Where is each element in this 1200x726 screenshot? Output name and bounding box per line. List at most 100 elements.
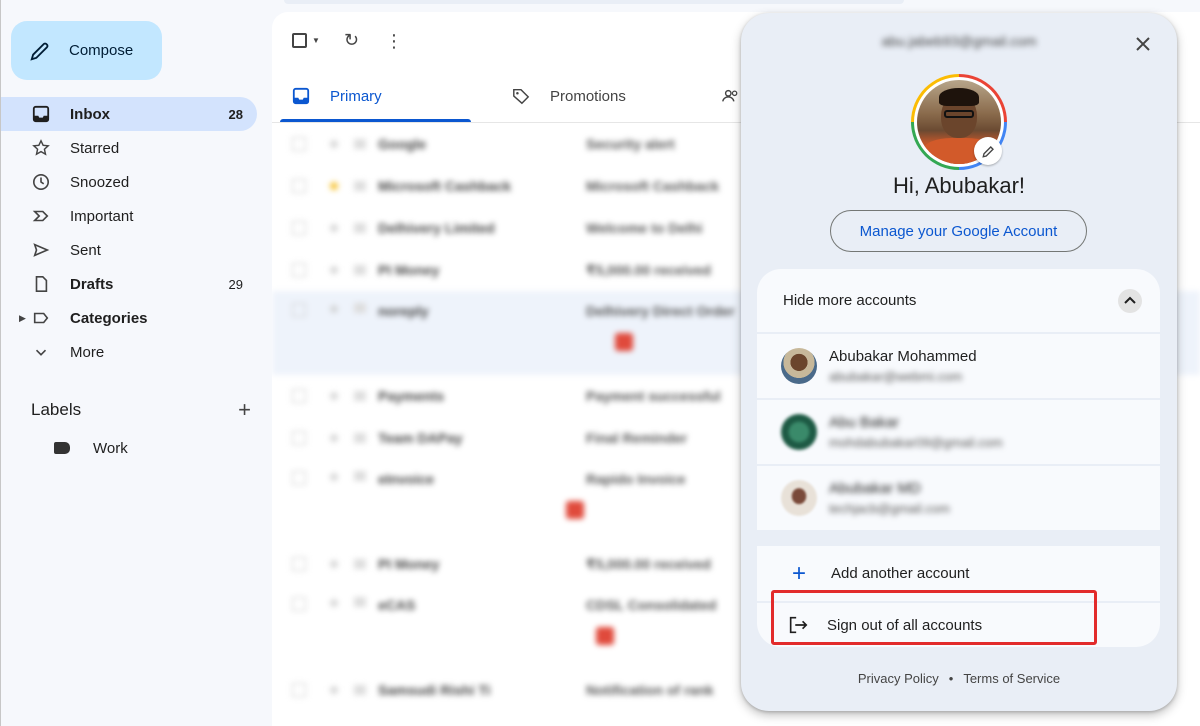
important-marker-icon[interactable] [354, 223, 366, 233]
clock-icon [31, 172, 51, 192]
sidebar-nav: Inbox 28 Starred Snoozed Important Sent … [1, 97, 257, 369]
terms-of-service-link[interactable]: Terms of Service [963, 671, 1060, 686]
star-icon[interactable] [328, 471, 340, 482]
chevron-down-icon [31, 342, 51, 362]
row-checkbox[interactable] [292, 557, 306, 571]
email-subject: Delhivery Direct Order [586, 303, 735, 319]
important-marker-icon[interactable] [354, 265, 366, 275]
important-marker-icon[interactable] [354, 303, 366, 313]
account-item[interactable]: Abu Bakar mohdabubakar09@gmail.com [757, 400, 1160, 464]
attachment-chip[interactable] [596, 627, 615, 645]
inbox-count: 28 [228, 106, 243, 122]
labels-section-header: Labels + [31, 397, 251, 423]
inbox-icon [31, 104, 51, 124]
attachment-chip[interactable] [565, 501, 584, 519]
email-sender: eCAS [378, 597, 416, 613]
email-subject: Security alert [586, 136, 675, 152]
email-subject: CDSL Consolidated [586, 597, 717, 613]
label-name: Work [93, 439, 128, 457]
chevron-up-icon [1118, 289, 1142, 313]
sidebar-item-label: Starred [70, 139, 120, 157]
row-checkbox[interactable] [292, 431, 306, 445]
add-label-icon[interactable]: + [238, 397, 251, 423]
email-subject: Welcome to Delhi [586, 220, 703, 236]
logout-icon [789, 616, 808, 634]
star-icon[interactable] [328, 432, 340, 443]
star-icon[interactable] [328, 390, 340, 401]
email-subject: Final Reminder [586, 430, 688, 446]
hide-more-accounts-toggle[interactable]: Hide more accounts [757, 269, 1160, 332]
add-account-button[interactable]: + Add another account [757, 546, 1160, 601]
row-checkbox[interactable] [292, 303, 306, 317]
manage-account-button[interactable]: Manage your Google Account [830, 210, 1087, 252]
tab-promotions[interactable]: Promotions [500, 70, 710, 122]
sidebar-item-snoozed[interactable]: Snoozed [1, 165, 257, 199]
account-email: techjacb@gmail.com [829, 501, 950, 516]
more-vert-icon[interactable]: ⋮ [385, 32, 403, 50]
row-checkbox[interactable] [292, 221, 306, 235]
expand-caret-icon[interactable]: ▶ [19, 313, 26, 324]
inbox-toolbar: ▼ ↻ ⋮ [292, 30, 403, 51]
important-marker-icon[interactable] [354, 181, 366, 191]
important-marker-icon[interactable] [354, 433, 366, 443]
account-email: abubakar@webmi.com [829, 369, 963, 384]
important-marker-icon[interactable] [354, 559, 366, 569]
privacy-policy-link[interactable]: Privacy Policy [858, 671, 939, 686]
row-checkbox[interactable] [292, 263, 306, 277]
star-icon[interactable] [328, 558, 340, 569]
row-checkbox[interactable] [292, 389, 306, 403]
compose-button[interactable]: Compose [11, 21, 162, 80]
star-icon[interactable] [328, 303, 340, 314]
important-marker-icon[interactable] [354, 391, 366, 401]
select-all-checkbox[interactable]: ▼ [292, 33, 320, 48]
account-switcher-popup: abu.jabeb93@gmail.com Hi, Abubakar! Mana… [741, 13, 1177, 711]
pdf-icon [614, 333, 633, 351]
star-icon[interactable] [328, 222, 340, 233]
plus-icon: + [791, 559, 806, 587]
email-subject: ₹5,000.00 received [586, 261, 711, 278]
pdf-icon [596, 627, 615, 645]
sidebar-item-important[interactable]: Important [1, 199, 257, 233]
account-item[interactable]: Abubakar MD techjacb@gmail.com [757, 466, 1160, 530]
star-icon[interactable] [328, 597, 340, 608]
account-avatar [781, 480, 817, 516]
account-name: Abubakar Mohammed [829, 348, 977, 365]
important-marker-icon[interactable] [354, 471, 366, 481]
email-sender: Samsudi Rishi Ti [378, 682, 491, 698]
greeting-text: Hi, Abubakar! [892, 173, 1026, 198]
sidebar-item-drafts[interactable]: Drafts 29 [1, 267, 257, 301]
sidebar-item-categories[interactable]: ▶ Categories [1, 301, 257, 335]
accounts-card: Hide more accounts Abubakar Mohammed abu… [757, 269, 1160, 647]
sidebar-item-starred[interactable]: Starred [1, 131, 257, 165]
sidebar-item-inbox[interactable]: Inbox 28 [1, 97, 257, 131]
sign-out-all-button[interactable]: Sign out of all accounts [757, 603, 1160, 647]
refresh-icon[interactable]: ↻ [344, 30, 359, 51]
sidebar-item-sent[interactable]: Sent [1, 233, 257, 267]
row-checkbox[interactable] [292, 179, 306, 193]
tab-primary[interactable]: Primary [280, 70, 471, 122]
star-icon[interactable] [328, 138, 340, 149]
row-checkbox[interactable] [292, 471, 306, 485]
row-checkbox[interactable] [292, 137, 306, 151]
attachment-chip[interactable] [614, 333, 633, 351]
important-marker-icon[interactable] [354, 139, 366, 149]
sidebar-item-label: Drafts [70, 275, 114, 293]
sidebar-item-more[interactable]: More [1, 335, 257, 369]
drafts-count: 29 [228, 276, 243, 292]
label-outline-icon [31, 308, 51, 328]
row-checkbox[interactable] [292, 597, 306, 611]
hide-more-accounts-label: Hide more accounts [783, 292, 917, 309]
important-marker-icon[interactable] [354, 597, 366, 607]
star-icon[interactable] [328, 684, 340, 695]
checkbox-icon [292, 33, 307, 48]
add-account-label: Add another account [831, 565, 970, 582]
star-icon[interactable] [328, 180, 340, 191]
account-item[interactable]: Abubakar Mohammed abubakar@webmi.com [757, 334, 1160, 398]
close-popup-button[interactable] [1129, 30, 1157, 58]
important-marker-icon[interactable] [354, 685, 366, 695]
row-checkbox[interactable] [292, 683, 306, 697]
email-subject: Rapido Invoice [586, 471, 686, 487]
edit-photo-button[interactable] [974, 137, 1002, 165]
star-icon[interactable] [328, 264, 340, 275]
label-item-work[interactable]: Work [31, 437, 128, 459]
